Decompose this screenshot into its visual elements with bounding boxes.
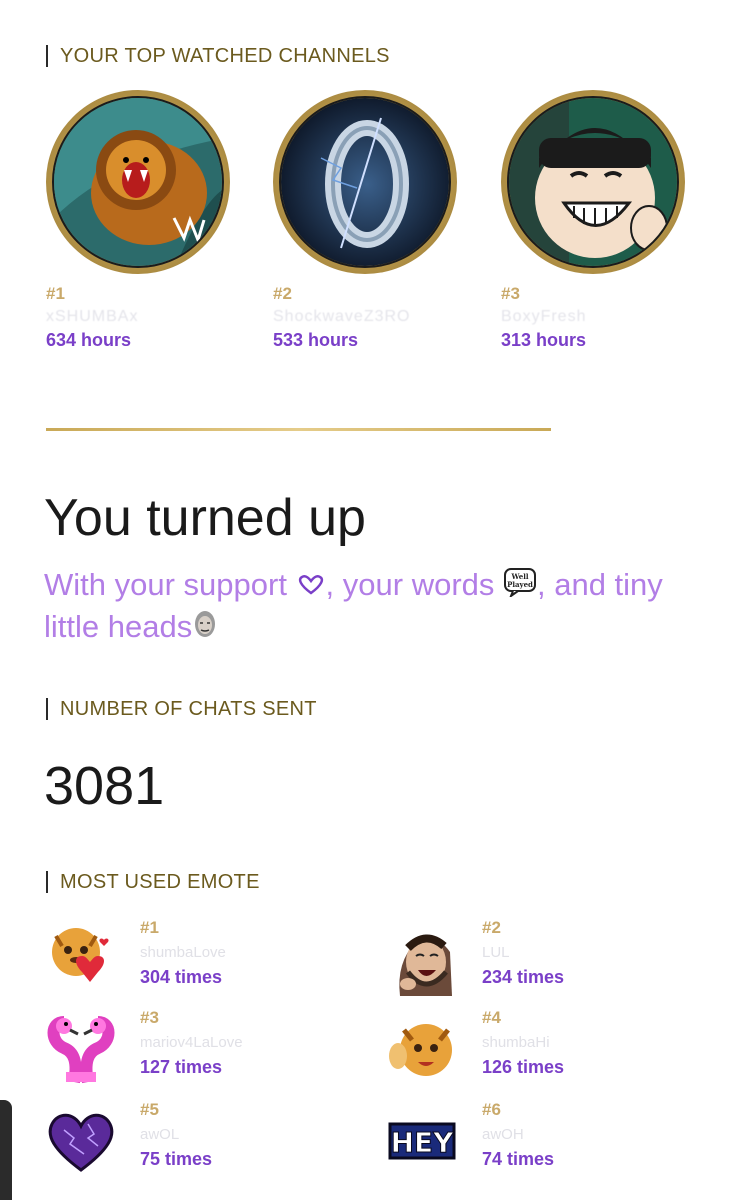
channel-avatar-ring	[46, 90, 230, 274]
chats-label: NUMBER OF CHATS SENT	[46, 698, 317, 720]
channel-name[interactable]: BoxyFresh	[501, 308, 691, 326]
channel-name[interactable]: xSHUMBAx	[46, 308, 236, 326]
flamingo-love-emote-icon	[44, 1012, 118, 1086]
hey-emote-icon: HEY	[386, 1104, 460, 1178]
well-played-icon: Well Played	[503, 567, 537, 607]
emote-rank: #6	[482, 1100, 501, 1119]
channel-card-2[interactable]: #2 ShockwaveZ3RO 533 hours	[273, 90, 463, 351]
channel-avatar-ring	[501, 90, 685, 274]
lion-love-emote-icon	[44, 922, 118, 996]
emote-item-6[interactable]: HEY #6 awOH 74 times	[386, 1100, 686, 1184]
emote-name: LUL	[482, 944, 510, 961]
kappa-head-icon	[192, 609, 218, 649]
emote-count: 234 times	[482, 967, 565, 987]
emote-count: 127 times	[140, 1057, 223, 1077]
chats-count: 3081	[44, 756, 165, 816]
subtitle-part-1: With your support	[44, 567, 296, 602]
emote-count: 74 times	[482, 1149, 555, 1169]
channel-rank: #3	[501, 284, 520, 303]
channel-rank: #1	[46, 284, 65, 303]
lion-hi-emote-icon	[386, 1012, 460, 1086]
turned-up-subtitle: With your support , your words Well Playe…	[44, 565, 684, 649]
emote-count: 126 times	[482, 1057, 565, 1077]
emote-item-4[interactable]: #4 shumbaHi 126 times	[386, 1008, 686, 1092]
svg-text:HEY: HEY	[391, 1126, 455, 1159]
turned-up-title: You turned up	[44, 489, 366, 547]
window-edge-handle	[0, 1100, 12, 1200]
subtitle-part-2: , your words	[325, 567, 503, 602]
emote-item-2[interactable]: #2 LUL 234 times	[386, 918, 686, 1002]
channel-hours: 533 hours	[273, 330, 359, 350]
emote-rank: #2	[482, 918, 501, 937]
emotes-label: MOST USED EMOTE	[46, 871, 260, 893]
emote-name: awOH	[482, 1126, 524, 1143]
svg-text:Played: Played	[507, 580, 533, 589]
lion-avatar-icon	[52, 96, 224, 268]
emote-item-5[interactable]: #5 awOL 75 times	[44, 1100, 344, 1184]
channel-card-3[interactable]: #3 BoxyFresh 313 hours	[501, 90, 691, 351]
channel-rank: #2	[273, 284, 292, 303]
emote-name: shumbaHi	[482, 1034, 550, 1051]
cartoon-face-avatar-icon	[507, 96, 679, 268]
emote-rank: #5	[140, 1100, 159, 1119]
gold-divider	[46, 428, 551, 431]
emote-count: 304 times	[140, 967, 223, 987]
top-channels-label: YOUR TOP WATCHED CHANNELS	[46, 45, 390, 67]
channel-avatar-ring	[273, 90, 457, 274]
channel-hours: 313 hours	[501, 330, 587, 350]
emote-rank: #4	[482, 1008, 501, 1027]
channel-hours: 634 hours	[46, 330, 132, 350]
heart-hands-icon	[296, 567, 326, 607]
zero-logo-avatar-icon	[279, 96, 451, 268]
emote-rank: #3	[140, 1008, 159, 1027]
emote-count: 75 times	[140, 1149, 213, 1169]
emote-item-1[interactable]: #1 shumbaLove 304 times	[44, 918, 344, 1002]
emote-rank: #1	[140, 918, 159, 937]
channel-card-1[interactable]: #1 xSHUMBAx 634 hours	[46, 90, 236, 351]
emote-name: shumbaLove	[140, 944, 226, 961]
channel-name[interactable]: ShockwaveZ3RO	[273, 308, 463, 326]
emote-name: mariov4LaLove	[140, 1034, 243, 1051]
emote-item-3[interactable]: #3 mariov4LaLove 127 times	[44, 1008, 344, 1092]
emote-name: awOL	[140, 1126, 180, 1143]
purple-heart-emote-icon	[44, 1104, 118, 1178]
lul-emote-icon	[386, 922, 460, 996]
